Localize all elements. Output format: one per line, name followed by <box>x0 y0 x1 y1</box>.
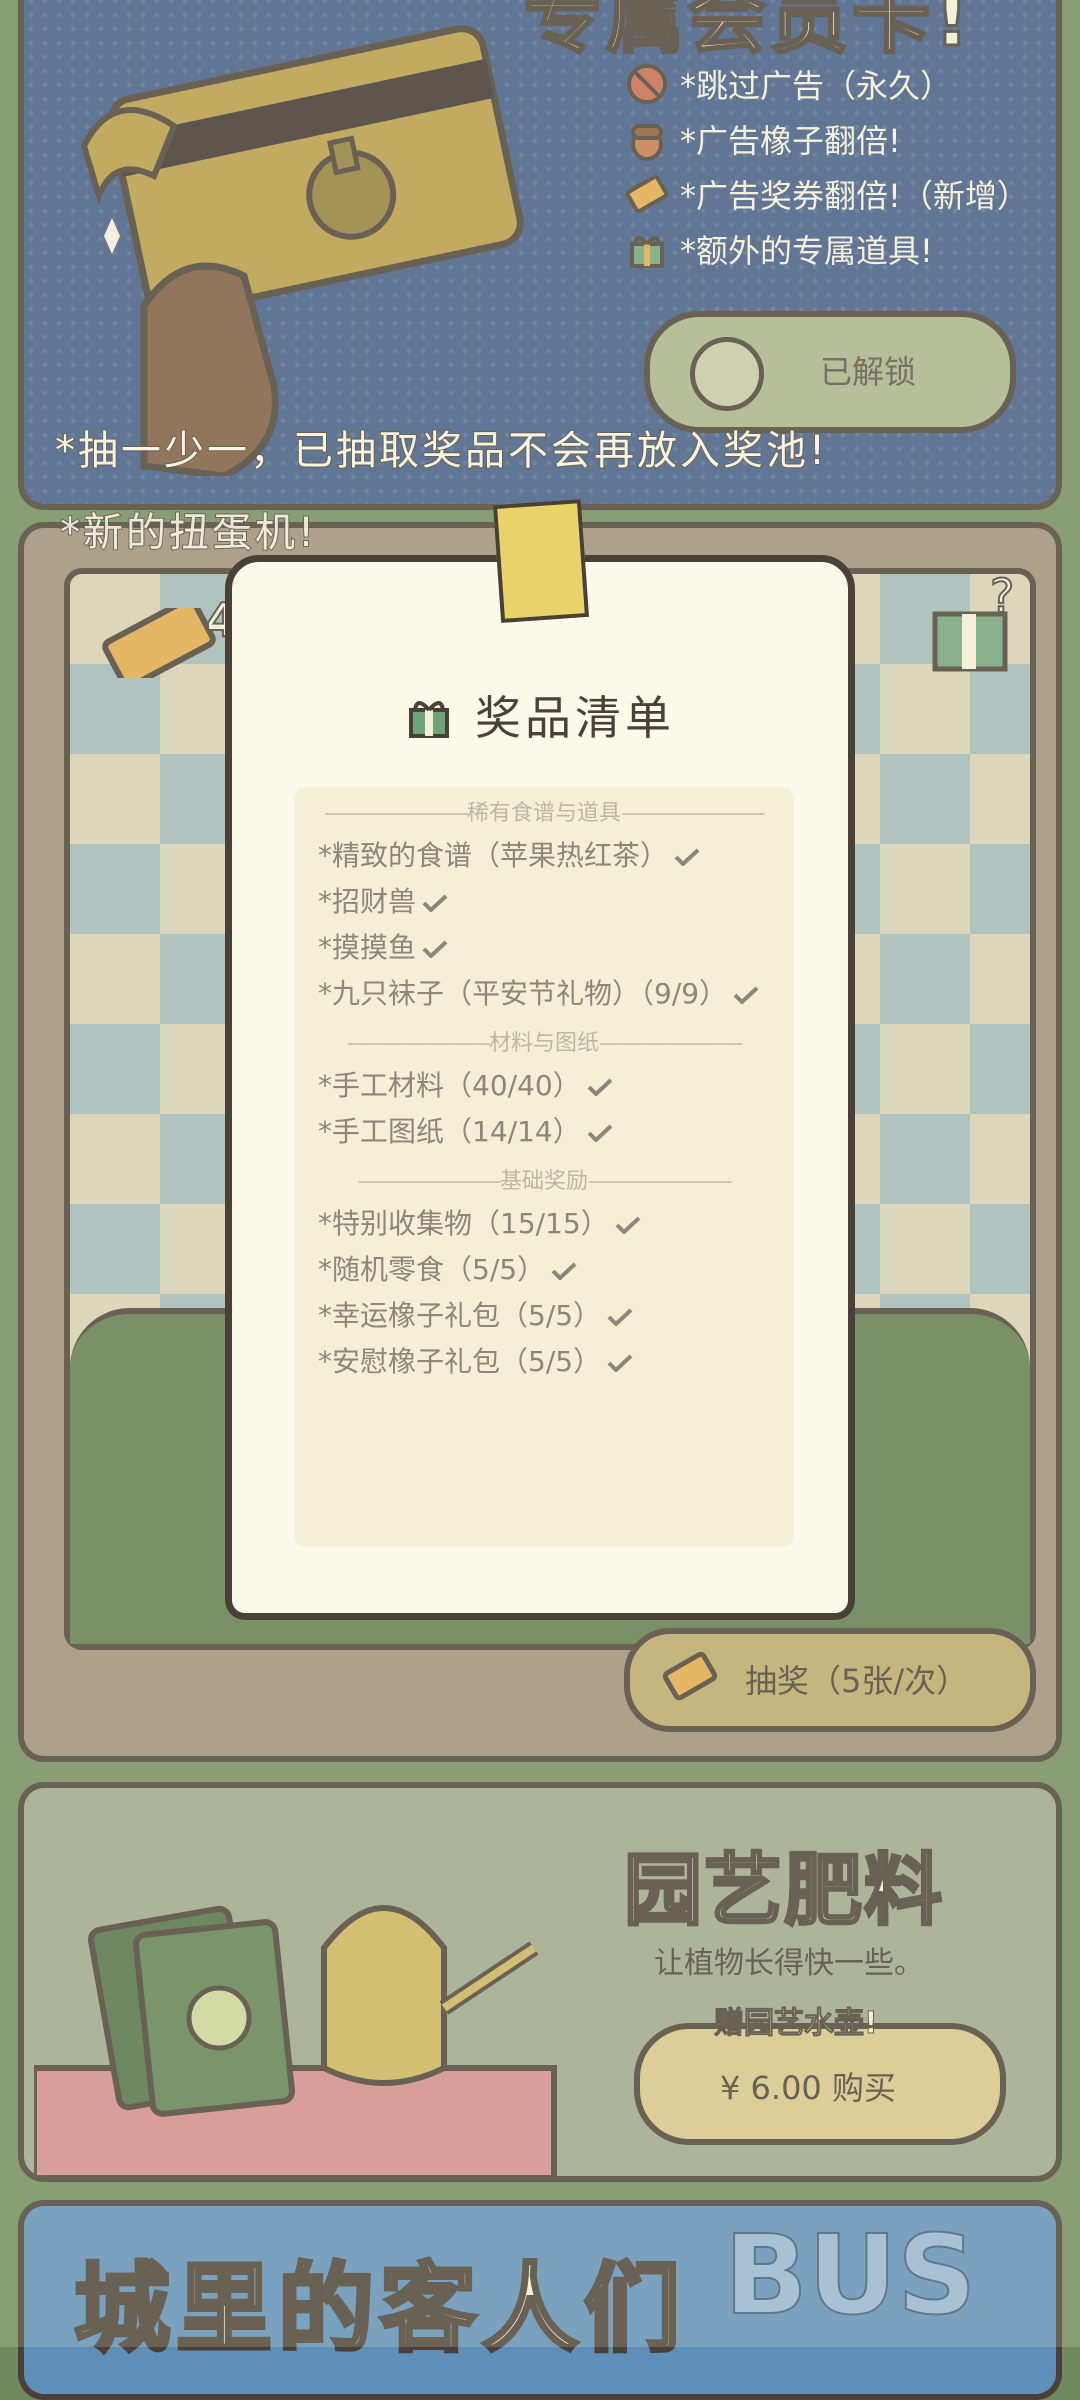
prize-list-modal: 奖品清单 稀有食谱与道具 *精致的食谱（苹果热红茶） *招财兽 *摸摸鱼 *九只… <box>225 499 855 1620</box>
prize-list-title: 奖品清单 <box>475 691 675 745</box>
prize-list: 稀有食谱与道具 *精致的食谱（苹果热红茶） *招财兽 *摸摸鱼 *九只袜子（平安… <box>294 787 794 1547</box>
list-item: *手工图纸（14/14） <box>294 1109 794 1155</box>
list-item: *摸摸鱼 <box>294 925 794 971</box>
check-icon <box>587 1078 613 1096</box>
gift-icon <box>409 701 449 738</box>
section-header: 稀有食谱与道具 <box>294 795 794 827</box>
list-item: *手工材料（40/40） <box>294 1063 794 1109</box>
check-icon <box>422 894 448 912</box>
list-item: *安慰橡子礼包（5/5） <box>294 1339 794 1385</box>
list-item: *九只袜子（平安节礼物）（9/9） <box>294 971 794 1017</box>
check-icon <box>422 940 448 958</box>
list-item: *随机零食（5/5） <box>294 1247 794 1293</box>
list-item: *招财兽 <box>294 879 794 925</box>
check-icon <box>551 1262 577 1280</box>
section-header: 基础奖励 <box>294 1163 794 1195</box>
section-header: 材料与图纸 <box>294 1025 794 1057</box>
check-icon <box>607 1308 633 1326</box>
check-icon <box>587 1124 613 1142</box>
prize-list-title-row: 奖品清单 <box>232 682 848 748</box>
check-icon <box>607 1354 633 1372</box>
check-icon <box>733 986 759 1004</box>
list-item: *特别收集物（15/15） <box>294 1201 794 1247</box>
list-item: *幸运橡子礼包（5/5） <box>294 1293 794 1339</box>
check-icon <box>674 848 700 866</box>
list-item: *精致的食谱（苹果热红茶） <box>294 833 794 879</box>
tape-decoration <box>492 499 590 623</box>
check-icon <box>615 1216 641 1234</box>
